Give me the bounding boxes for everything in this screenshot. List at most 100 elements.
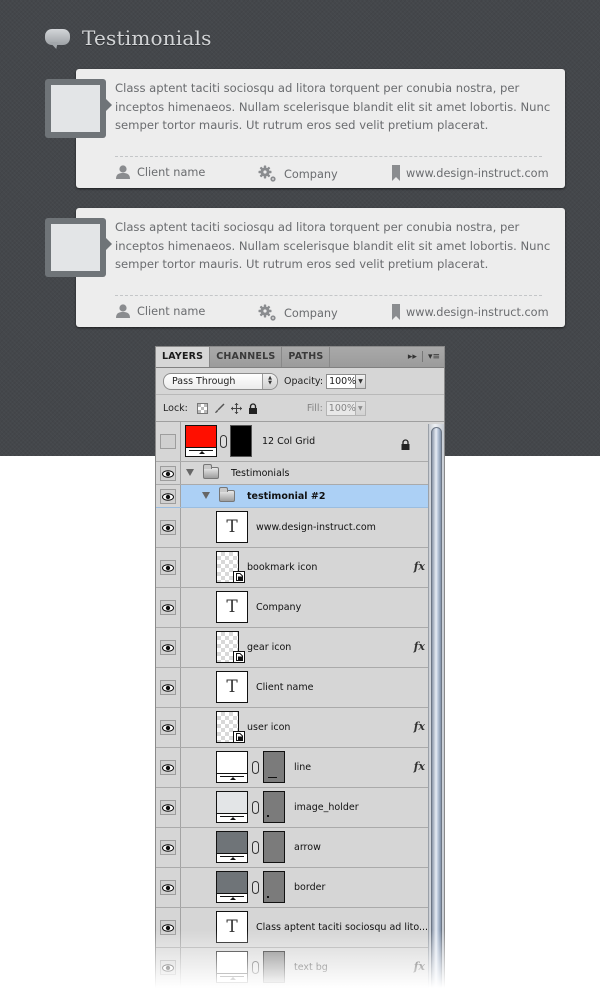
testimonial-quote: Class aptent taciti sociosqu ad litora t… bbox=[115, 81, 551, 132]
text-layer-icon: T bbox=[216, 671, 248, 703]
fill-dropdown-icon[interactable]: ▼ bbox=[355, 400, 366, 416]
avatar-border bbox=[45, 79, 112, 138]
layer-arrow[interactable]: arrow bbox=[156, 828, 444, 868]
eye-icon[interactable] bbox=[160, 760, 176, 775]
website-link[interactable]: www.design-instruct.com bbox=[406, 167, 549, 180]
layer-thumbnail bbox=[216, 831, 248, 863]
eye-icon[interactable] bbox=[160, 489, 176, 504]
layer-image-holder[interactable]: image_holder bbox=[156, 788, 444, 828]
layer-group-testimonial-2[interactable]: testimonial #2 bbox=[156, 485, 444, 508]
eye-icon[interactable] bbox=[160, 640, 176, 655]
layer-thumbnail bbox=[216, 951, 248, 983]
client-name: Client name bbox=[137, 304, 206, 318]
scrollbar-thumb[interactable] bbox=[431, 427, 442, 998]
company-meta: Company bbox=[258, 165, 338, 183]
layer-website-text[interactable]: T www.design-instruct.com bbox=[156, 508, 444, 548]
lock-fill-row: Lock: Fill: 100% ▼ bbox=[156, 395, 444, 422]
eye-icon[interactable] bbox=[160, 560, 176, 575]
link-chain-icon[interactable] bbox=[252, 841, 259, 854]
lock-transparency-icon[interactable] bbox=[196, 402, 208, 414]
testimonial-card: Class aptent taciti sociosqu ad litora t… bbox=[45, 208, 565, 327]
tab-layers[interactable]: LAYERS bbox=[156, 347, 211, 367]
tab-paths[interactable]: PATHS bbox=[282, 347, 331, 367]
layer-name: image_holder bbox=[294, 802, 359, 813]
company-meta: Company bbox=[258, 304, 338, 322]
link-chain-icon[interactable] bbox=[252, 801, 259, 814]
company-name: Company bbox=[284, 306, 338, 320]
smart-object-thumbnail bbox=[216, 631, 245, 663]
blend-opacity-row: Pass Through ▲ ▼ Opacity: 100% ▼ bbox=[156, 368, 444, 395]
smart-object-icon bbox=[233, 651, 245, 663]
blend-mode-value: Pass Through bbox=[172, 375, 236, 387]
link-chain-icon[interactable] bbox=[252, 881, 259, 894]
panel-menu-icon[interactable]: ▾≡ bbox=[428, 352, 440, 362]
client-meta: Client name bbox=[115, 304, 205, 318]
link-chain-icon[interactable] bbox=[252, 961, 259, 974]
layer-name: text bg bbox=[294, 962, 328, 973]
vector-mask-thumbnail bbox=[263, 791, 285, 823]
layer-bookmark-icon[interactable]: bookmark icon fx ▼ bbox=[156, 548, 444, 588]
layer-quote-text[interactable]: T Class aptent taciti sociosqu ad lito..… bbox=[156, 908, 444, 948]
website-meta[interactable]: www.design-instruct.com bbox=[392, 304, 549, 320]
layer-thumbnail bbox=[216, 751, 248, 783]
eye-icon[interactable] bbox=[160, 520, 176, 535]
eye-icon[interactable] bbox=[160, 840, 176, 855]
eye-icon[interactable] bbox=[160, 680, 176, 695]
fx-effects-icon[interactable]: fx bbox=[414, 560, 425, 573]
vector-mask-thumbnail bbox=[230, 425, 252, 457]
layer-user-icon[interactable]: user icon fx ▼ bbox=[156, 708, 444, 748]
tab-channels[interactable]: CHANNELS bbox=[210, 347, 283, 367]
text-layer-icon: T bbox=[216, 911, 248, 943]
layer-text-bg[interactable]: text bg fx ▼ bbox=[156, 948, 444, 988]
layer-border[interactable]: border bbox=[156, 868, 444, 908]
eye-icon[interactable] bbox=[160, 880, 176, 895]
eye-icon[interactable] bbox=[160, 800, 176, 815]
text-layer-icon: T bbox=[216, 511, 248, 543]
link-chain-icon[interactable] bbox=[220, 435, 227, 448]
image-holder bbox=[51, 224, 100, 271]
fx-effects-icon[interactable]: fx bbox=[414, 720, 425, 733]
fx-effects-icon[interactable]: fx bbox=[414, 640, 425, 653]
gear-icon bbox=[258, 304, 276, 321]
layer-group-testimonials[interactable]: Testimonials bbox=[156, 462, 444, 485]
expand-triangle-icon[interactable] bbox=[202, 492, 210, 499]
blend-mode-select[interactable]: Pass Through ▲ ▼ bbox=[163, 372, 278, 390]
smart-object-thumbnail bbox=[216, 551, 245, 583]
layer-lock-icon bbox=[401, 435, 410, 454]
eye-icon[interactable] bbox=[160, 960, 176, 975]
layer-name: user icon bbox=[247, 722, 291, 733]
bookmark-icon bbox=[392, 304, 400, 320]
opacity-input[interactable]: 100% bbox=[326, 373, 356, 389]
eye-icon[interactable] bbox=[160, 720, 176, 735]
layer-client-name-text[interactable]: T Client name bbox=[156, 668, 444, 708]
lock-pixels-brush-icon[interactable] bbox=[214, 402, 225, 414]
website-meta[interactable]: www.design-instruct.com bbox=[392, 165, 549, 181]
fx-effects-icon[interactable]: fx bbox=[414, 960, 425, 973]
layer-line[interactable]: line fx ▼ bbox=[156, 748, 444, 788]
visibility-toggle-empty[interactable] bbox=[160, 434, 176, 449]
layer-12-col-grid[interactable]: 12 Col Grid bbox=[156, 422, 444, 462]
website-link[interactable]: www.design-instruct.com bbox=[406, 306, 549, 319]
layer-name: arrow bbox=[294, 842, 321, 853]
fill-input[interactable]: 100% bbox=[325, 400, 356, 416]
fx-effects-icon[interactable]: fx bbox=[414, 760, 425, 773]
collapse-panel-icon[interactable]: ▸▸ bbox=[408, 352, 417, 362]
gear-icon bbox=[258, 165, 276, 182]
expand-triangle-icon[interactable] bbox=[186, 469, 194, 476]
layer-name: border bbox=[294, 882, 326, 893]
layer-gear-icon[interactable]: gear icon fx ▼ bbox=[156, 628, 444, 668]
link-chain-icon[interactable] bbox=[252, 761, 259, 774]
layer-company-text[interactable]: T Company bbox=[156, 588, 444, 628]
lock-label: Lock: bbox=[163, 402, 188, 414]
layers-scrollbar[interactable] bbox=[428, 424, 444, 998]
lock-all-icon[interactable] bbox=[248, 402, 259, 414]
lock-position-move-icon[interactable] bbox=[230, 402, 242, 414]
layer-name: gear icon bbox=[247, 642, 292, 653]
layer-name: bookmark icon bbox=[247, 562, 318, 573]
opacity-dropdown-icon[interactable]: ▼ bbox=[356, 373, 367, 389]
eye-icon[interactable] bbox=[160, 600, 176, 615]
layer-thumbnail bbox=[216, 871, 248, 903]
eye-icon[interactable] bbox=[160, 466, 176, 481]
eye-icon[interactable] bbox=[160, 920, 176, 935]
user-icon bbox=[116, 165, 130, 179]
